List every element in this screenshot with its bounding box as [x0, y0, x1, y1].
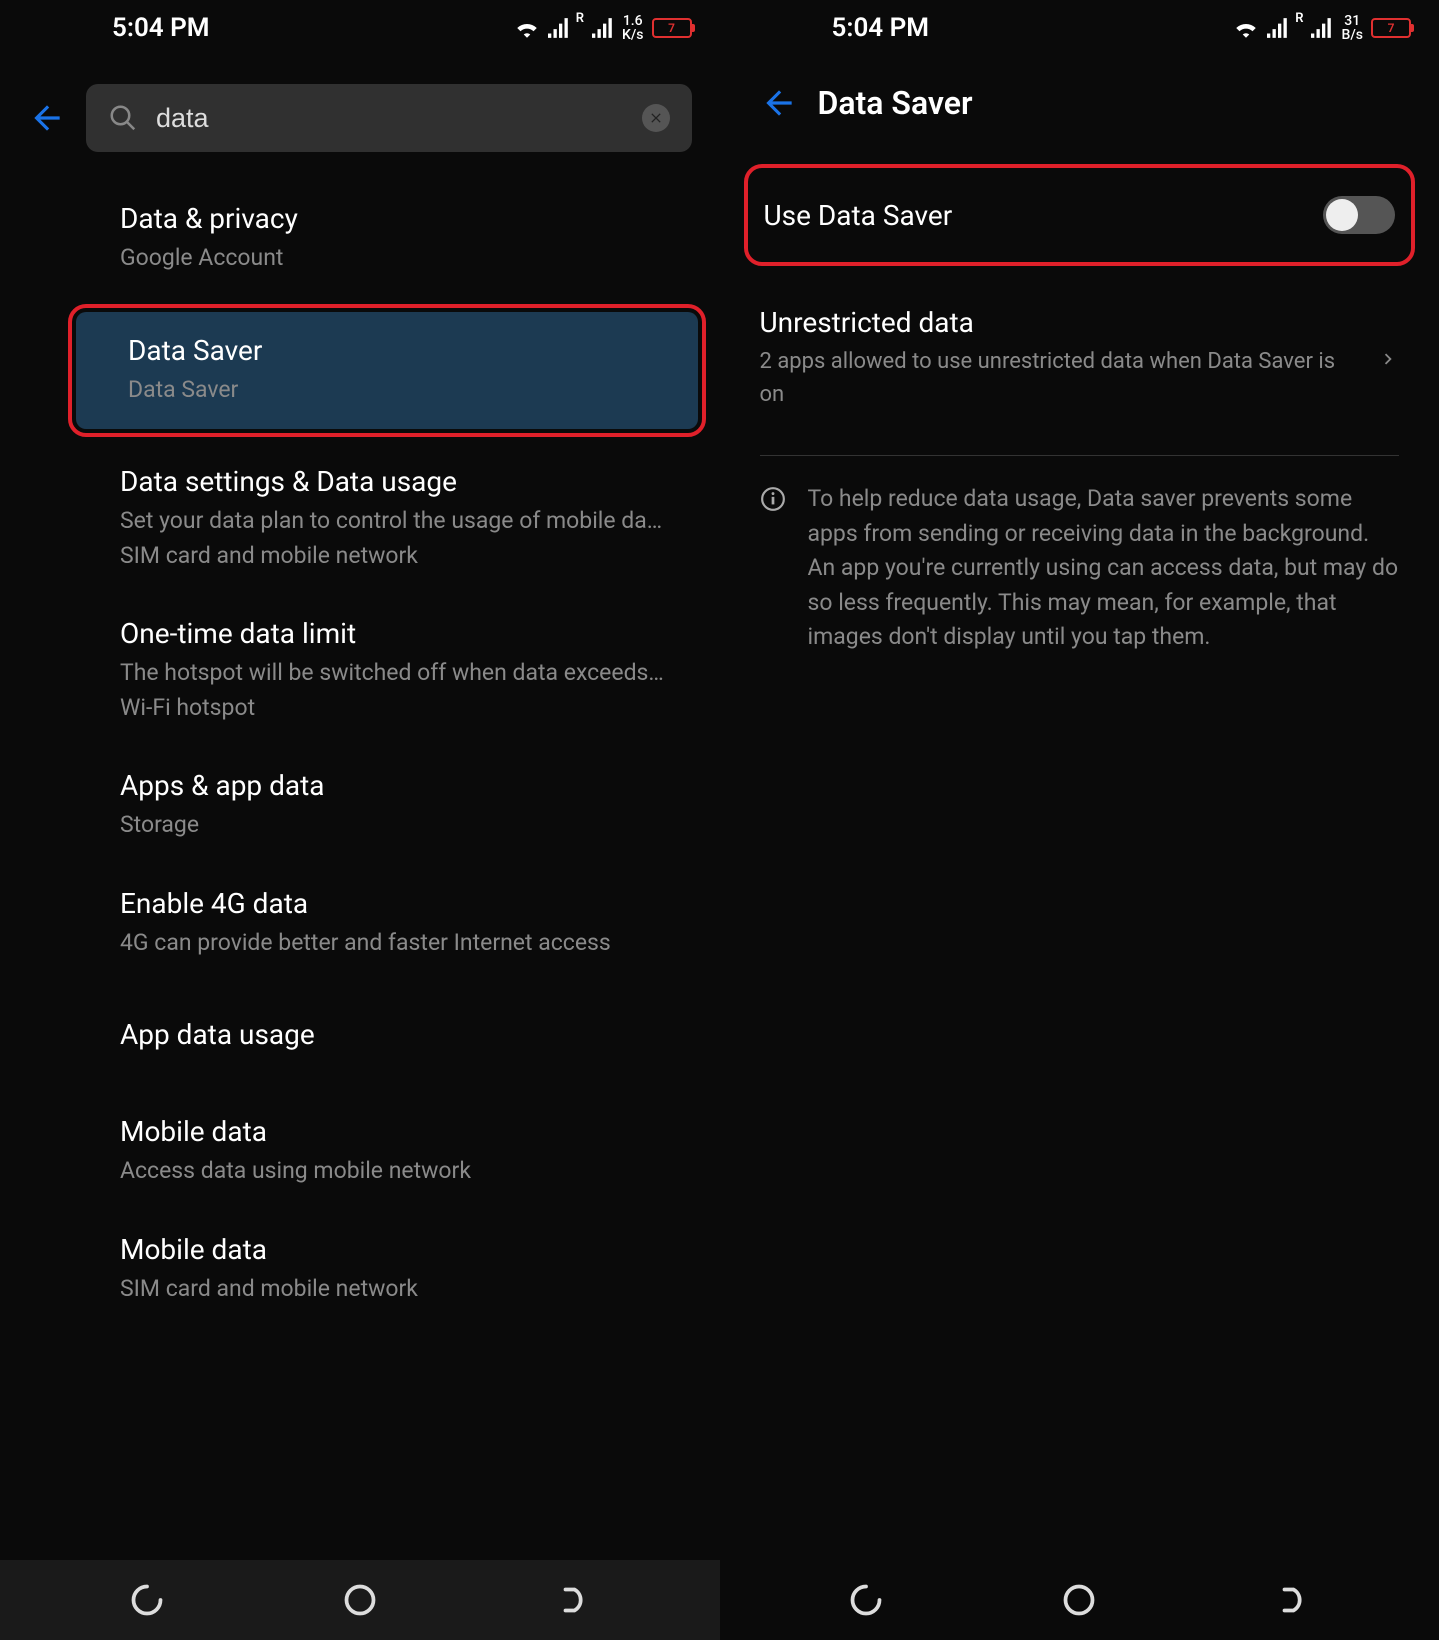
- info-text: To help reduce data usage, Data saver pr…: [808, 482, 1400, 655]
- status-bar-left: 5:04 PM R 1.6 K/s 7: [0, 0, 720, 56]
- wifi-icon: [514, 18, 540, 38]
- result-apps-data[interactable]: Apps & app data Storage: [0, 747, 720, 865]
- page-title: Data Saver: [818, 84, 973, 122]
- use-data-saver-row[interactable]: Use Data Saver: [764, 199, 1324, 232]
- back-nav-icon[interactable]: [555, 1582, 591, 1618]
- result-enable-4g[interactable]: Enable 4G data 4G can provide better and…: [0, 865, 720, 983]
- chevron-right-icon: [1377, 348, 1399, 370]
- search-box[interactable]: [86, 84, 692, 152]
- battery-icon: 7: [652, 18, 692, 38]
- recent-apps-icon[interactable]: [848, 1582, 884, 1618]
- wifi-icon: [1233, 18, 1259, 38]
- result-mobile-data-2[interactable]: Mobile data SIM card and mobile network: [0, 1211, 720, 1329]
- result-title: Data settings & Data usage: [120, 465, 692, 498]
- result-subtitle: SIM card and mobile network: [120, 1272, 692, 1307]
- search-input[interactable]: [156, 103, 624, 134]
- back-nav-icon[interactable]: [1274, 1582, 1310, 1618]
- search-header: [0, 56, 720, 180]
- page-header: Data Saver: [720, 56, 1439, 150]
- signal-icon-1: [548, 18, 570, 38]
- unrestricted-subtitle: 2 apps allowed to use unrestricted data …: [760, 345, 1358, 411]
- toggle-label: Use Data Saver: [764, 199, 1324, 232]
- result-title: One-time data limit: [120, 617, 692, 650]
- highlight-annotation-toggle: Use Data Saver: [744, 164, 1416, 266]
- result-subtitle: Access data using mobile network: [120, 1154, 692, 1189]
- back-arrow-icon[interactable]: [28, 99, 66, 137]
- result-data-settings[interactable]: Data settings & Data usage Set your data…: [0, 443, 720, 595]
- result-subtitle: Google Account: [120, 241, 692, 276]
- result-mobile-data-1[interactable]: Mobile data Access data using mobile net…: [0, 1093, 720, 1211]
- clear-search-button[interactable]: [642, 104, 670, 132]
- signal-icon-2: [1311, 18, 1333, 38]
- toggle-knob: [1326, 199, 1358, 231]
- result-app-data-usage[interactable]: App data usage: [0, 982, 720, 1093]
- nav-bar-left: [0, 1560, 720, 1640]
- info-icon: [760, 482, 786, 655]
- status-icons-right: R 31 B/s 7: [1233, 14, 1411, 42]
- result-data-saver[interactable]: Data Saver Data Saver: [76, 312, 698, 430]
- result-title: Data Saver: [128, 334, 670, 367]
- info-row: To help reduce data usage, Data saver pr…: [720, 478, 1439, 659]
- search-results: Data & privacy Google Account Data Saver…: [0, 180, 720, 1560]
- result-subtitle: Storage: [120, 808, 692, 843]
- roaming-indicator: R: [576, 11, 584, 26]
- result-title: Mobile data: [120, 1233, 692, 1266]
- result-subtitle: The hotspot will be switched off when da…: [120, 656, 692, 725]
- signal-icon-2: [592, 18, 614, 38]
- result-title: App data usage: [120, 1018, 692, 1051]
- result-data-privacy[interactable]: Data & privacy Google Account: [0, 180, 720, 298]
- result-one-time-limit[interactable]: One-time data limit The hotspot will be …: [0, 595, 720, 747]
- result-subtitle: 4G can provide better and faster Interne…: [120, 926, 692, 961]
- unrestricted-data-row[interactable]: Unrestricted data 2 apps allowed to use …: [720, 280, 1439, 437]
- result-title: Mobile data: [120, 1115, 692, 1148]
- roaming-indicator: R: [1295, 11, 1303, 26]
- speed-indicator-left: 1.6 K/s: [622, 14, 644, 42]
- data-saver-toggle[interactable]: [1323, 196, 1395, 234]
- recent-apps-icon[interactable]: [129, 1582, 165, 1618]
- divider: [760, 455, 1400, 456]
- signal-icon-1: [1267, 18, 1289, 38]
- highlight-annotation: Data Saver Data Saver: [68, 304, 706, 438]
- home-icon[interactable]: [342, 1582, 378, 1618]
- result-subtitle: Set your data plan to control the usage …: [120, 504, 692, 573]
- nav-bar-right: [720, 1560, 1439, 1640]
- result-title: Apps & app data: [120, 769, 692, 802]
- data-saver-content: Use Data Saver Unrestricted data 2 apps …: [720, 150, 1439, 1560]
- close-icon: [648, 110, 664, 126]
- status-time: 5:04 PM: [28, 13, 210, 43]
- search-icon: [108, 103, 138, 133]
- result-subtitle: Data Saver: [128, 373, 670, 408]
- unrestricted-title: Unrestricted data: [760, 306, 1358, 339]
- battery-icon: 7: [1371, 18, 1411, 38]
- result-title: Enable 4G data: [120, 887, 692, 920]
- status-bar-right: 5:04 PM R 31 B/s 7: [720, 0, 1439, 56]
- home-icon[interactable]: [1061, 1582, 1097, 1618]
- status-time: 5:04 PM: [748, 13, 930, 43]
- result-title: Data & privacy: [120, 202, 692, 235]
- status-icons-left: R 1.6 K/s 7: [514, 14, 692, 42]
- back-arrow-icon[interactable]: [760, 84, 798, 122]
- speed-indicator-right: 31 B/s: [1341, 14, 1363, 42]
